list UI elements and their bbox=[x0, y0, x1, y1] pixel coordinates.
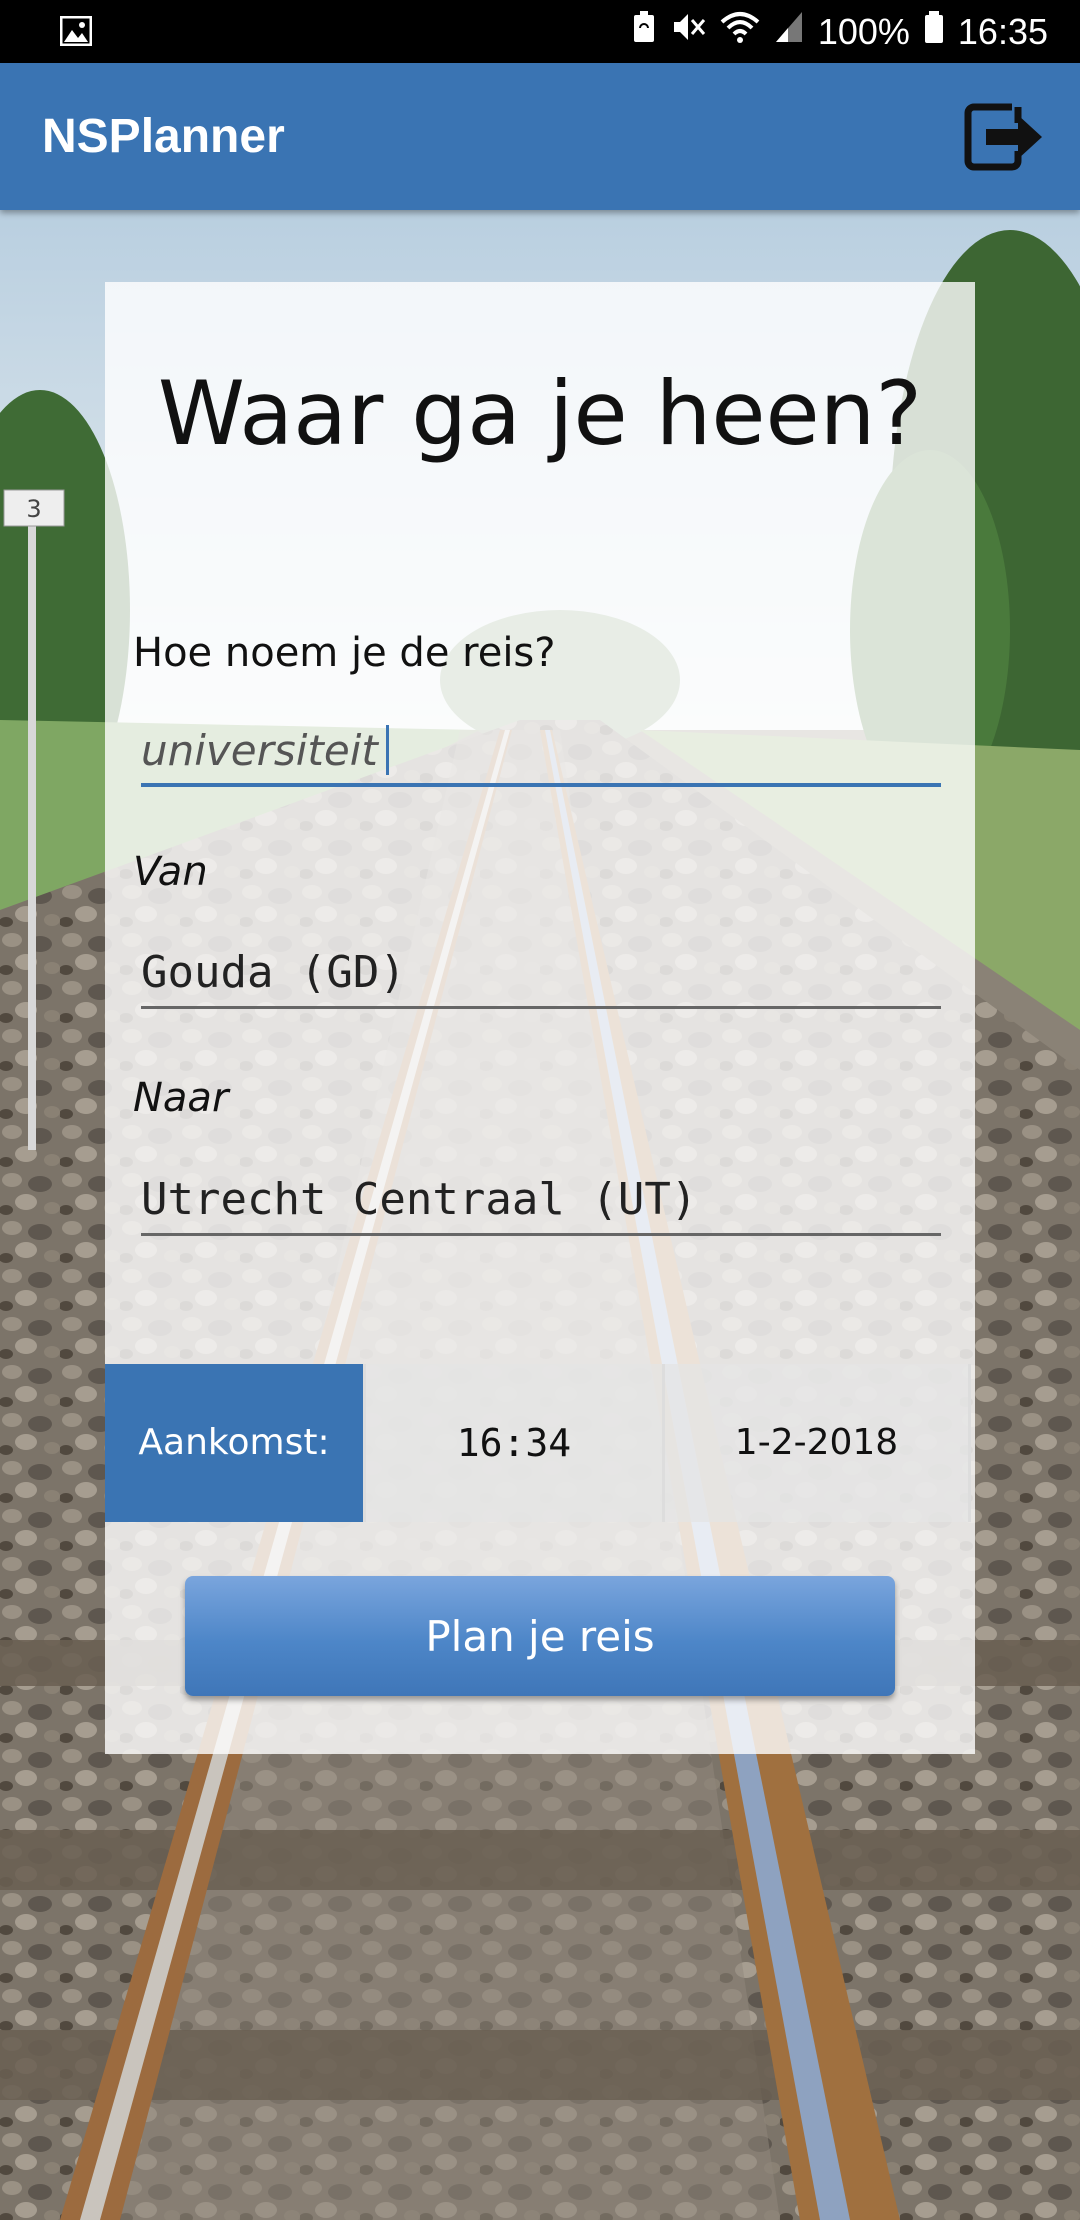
plan-trip-button[interactable]: Plan je reis bbox=[185, 1576, 895, 1696]
time-selector-row: Aankomst: 16:34 1-2-2018 bbox=[105, 1364, 975, 1522]
trip-name-input[interactable] bbox=[141, 726, 931, 775]
logout-button[interactable] bbox=[960, 93, 1048, 181]
image-icon bbox=[59, 15, 93, 50]
app-title: NSPlanner bbox=[42, 110, 285, 163]
to-label: Naar bbox=[133, 1075, 229, 1121]
battery-icon bbox=[924, 10, 944, 53]
battery-saver-icon bbox=[632, 10, 656, 53]
page-title: Waar ga je heen? bbox=[157, 362, 923, 465]
to-station-field[interactable] bbox=[141, 1169, 941, 1236]
wifi-icon bbox=[720, 10, 760, 53]
date-picker[interactable]: 1-2-2018 bbox=[665, 1364, 971, 1522]
clock: 16:35 bbox=[957, 10, 1048, 52]
logout-icon bbox=[964, 103, 1042, 171]
svg-text:3: 3 bbox=[26, 495, 41, 523]
mute-icon bbox=[670, 10, 706, 53]
signal-icon bbox=[774, 10, 804, 53]
trip-name-field[interactable] bbox=[141, 719, 941, 787]
time-picker[interactable]: 16:34 bbox=[363, 1364, 665, 1522]
trip-form-card: Waar ga je heen? Hoe noem je de reis? Va… bbox=[105, 282, 975, 1754]
text-cursor bbox=[386, 725, 389, 775]
from-station-field[interactable] bbox=[141, 942, 941, 1009]
status-bar: 100% 16:35 bbox=[0, 0, 1080, 63]
trip-name-label: Hoe noem je de reis? bbox=[133, 630, 556, 676]
from-station-input[interactable] bbox=[141, 947, 931, 998]
battery-percent: 100% bbox=[817, 10, 910, 52]
from-label: Van bbox=[133, 849, 208, 895]
to-station-input[interactable] bbox=[141, 1174, 931, 1225]
app-bar: NSPlanner bbox=[0, 63, 1080, 210]
arrival-mode-toggle[interactable]: Aankomst: bbox=[105, 1364, 363, 1522]
